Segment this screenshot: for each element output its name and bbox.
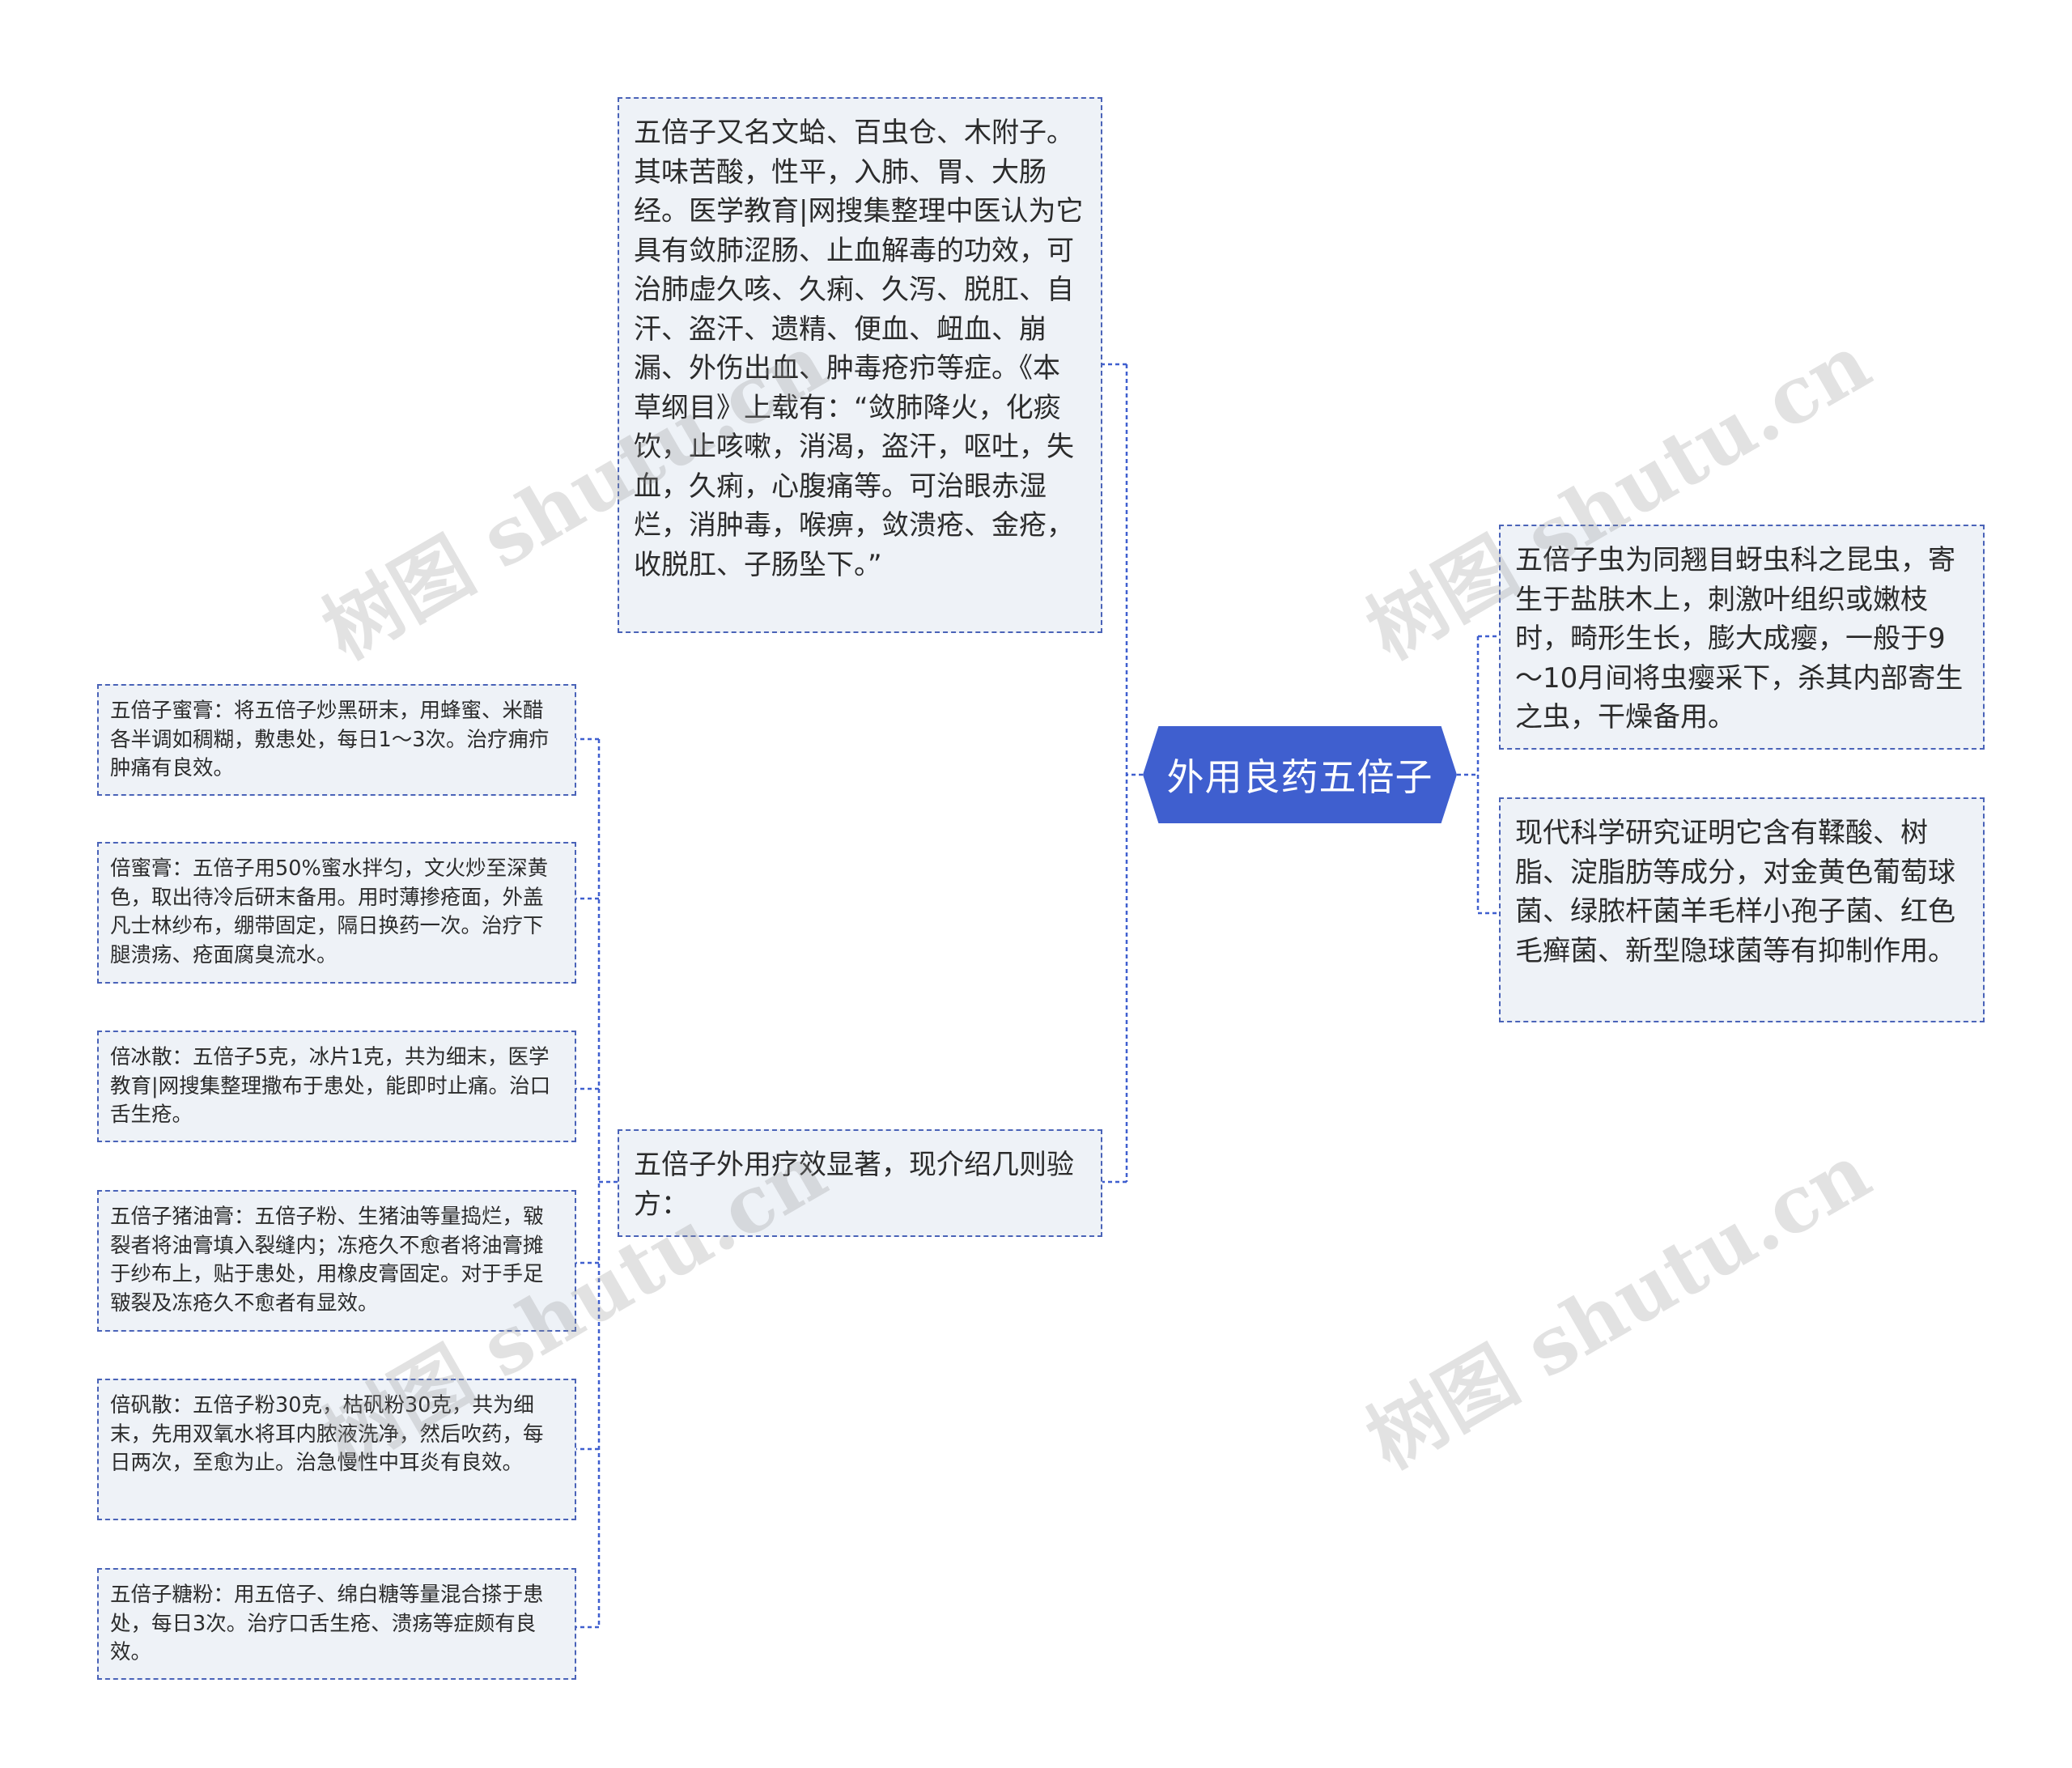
prescription-node-6[interactable]: 五倍子糖粉：用五倍子、绵白糖等量混合搽于患处，每日3次。治疗口舌生疮、溃疡等症颇… xyxy=(97,1568,576,1680)
intro-node[interactable]: 五倍子又名文蛤、百虫仓、木附子。其味苦酸，性平，入肺、胃、大肠经。医学教育|网搜… xyxy=(618,97,1102,633)
mind-map: 外用良药五倍子 五倍子又名文蛤、百虫仓、木附子。其味苦酸，性平，入肺、胃、大肠经… xyxy=(0,0,2072,1768)
prescription-text: 五倍子糖粉：用五倍子、绵白糖等量混合搽于患处，每日3次。治疗口舌生疮、溃疡等症颇… xyxy=(110,1583,544,1664)
prescription-text: 倍冰散：五倍子5克，冰片1克，共为细末，医学教育|网搜集整理撒布于患处，能即时止… xyxy=(110,1045,551,1127)
prescriptions-intro-text: 五倍子外用疗效显著，现介绍几则验方： xyxy=(634,1149,1074,1221)
prescription-node-2[interactable]: 倍蜜膏：五倍子用50%蜜水拌匀，文火炒至深黄色，取出待冷后研末备用。用时薄掺疮面… xyxy=(97,842,576,984)
prescriptions-intro-node[interactable]: 五倍子外用疗效显著，现介绍几则验方： xyxy=(618,1129,1102,1237)
science-text: 现代科学研究证明它含有鞣酸、树脂、淀脂肪等成分，对金黄色葡萄球菌、绿脓杆菌羊毛样… xyxy=(1515,817,1955,967)
central-topic-label: 外用良药五倍子 xyxy=(1166,755,1433,799)
prescription-text: 五倍子蜜膏：将五倍子炒黑研末，用蜂蜜、米醋各半调如稠糊，敷患处，每日1～3次。治… xyxy=(110,699,550,780)
prescription-node-1[interactable]: 五倍子蜜膏：将五倍子炒黑研末，用蜂蜜、米醋各半调如稠糊，敷患处，每日1～3次。治… xyxy=(97,684,576,796)
prescription-text: 倍矾散：五倍子粉30克，枯矾粉30克，共为细末，先用双氧水将耳内脓液洗净，然后吹… xyxy=(110,1393,544,1475)
science-node[interactable]: 现代科学研究证明它含有鞣酸、树脂、淀脂肪等成分，对金黄色葡萄球菌、绿脓杆菌羊毛样… xyxy=(1499,797,1985,1022)
intro-text: 五倍子又名文蛤、百虫仓、木附子。其味苦酸，性平，入肺、胃、大肠经。医学教育|网搜… xyxy=(634,117,1084,581)
prescription-node-3[interactable]: 倍冰散：五倍子5克，冰片1克，共为细末，医学教育|网搜集整理撒布于患处，能即时止… xyxy=(97,1031,576,1142)
insect-node[interactable]: 五倍子虫为同翘目蚜虫科之昆虫，寄生于盐肤木上，刺激叶组织或嫩枝时，畸形生长，膨大… xyxy=(1499,525,1985,750)
prescription-node-5[interactable]: 倍矾散：五倍子粉30克，枯矾粉30克，共为细末，先用双氧水将耳内脓液洗净，然后吹… xyxy=(97,1379,576,1520)
prescription-text: 五倍子猪油膏：五倍子粉、生猪油等量捣烂，皲裂者将油膏填入裂缝内；冻疮久不愈者将油… xyxy=(110,1205,544,1315)
central-topic[interactable]: 外用良药五倍子 xyxy=(1143,726,1457,823)
prescription-text: 倍蜜膏：五倍子用50%蜜水拌匀，文火炒至深黄色，取出待冷后研末备用。用时薄掺疮面… xyxy=(110,856,549,967)
prescription-node-4[interactable]: 五倍子猪油膏：五倍子粉、生猪油等量捣烂，皲裂者将油膏填入裂缝内；冻疮久不愈者将油… xyxy=(97,1190,576,1332)
insect-text: 五倍子虫为同翘目蚜虫科之昆虫，寄生于盐肤木上，刺激叶组织或嫩枝时，畸形生长，膨大… xyxy=(1515,544,1964,733)
